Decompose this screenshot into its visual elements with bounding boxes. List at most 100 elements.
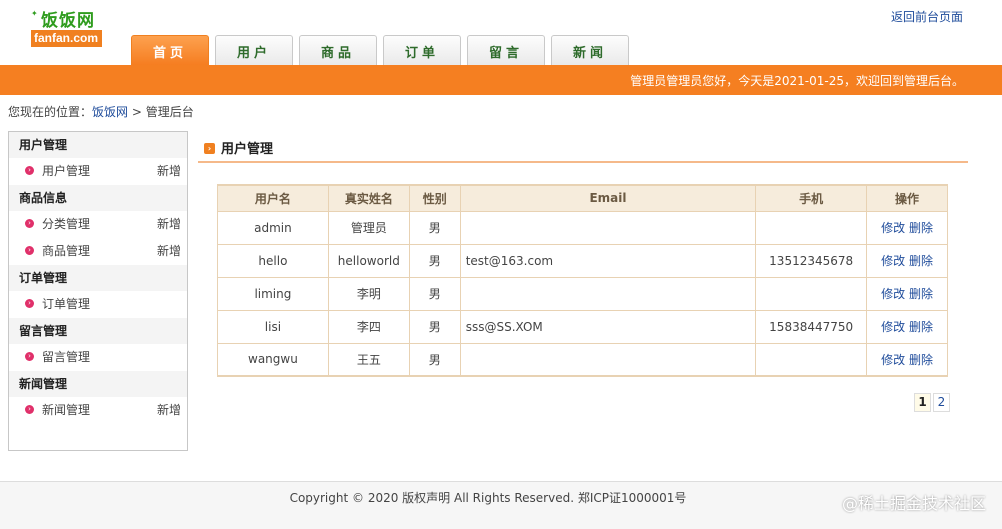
tab-home[interactable]: 首页	[131, 35, 209, 66]
cell-realname: helloworld	[327, 243, 410, 278]
cell-gender: 男	[408, 210, 461, 245]
edit-link[interactable]: 修改	[881, 287, 905, 301]
title-divider	[198, 161, 968, 163]
table-row: hello helloworld 男 test@163.com 13512345…	[217, 243, 948, 278]
cell-phone	[755, 210, 868, 245]
table-row: wangwu 王五 男 修改 删除	[217, 342, 948, 377]
cell-email	[459, 276, 757, 311]
cell-actions: 修改 删除	[866, 243, 948, 278]
bullet-arrow-icon: ›	[25, 405, 34, 414]
pagination: 1 2	[912, 393, 950, 412]
cell-phone: 15838447750	[755, 309, 868, 344]
edit-link[interactable]: 修改	[881, 353, 905, 367]
table-row: lisi 李四 男 sss@SS.XOM 15838447750 修改 删除	[217, 309, 948, 344]
sidebar-add-category[interactable]: 新增	[157, 211, 181, 238]
edit-link[interactable]: 修改	[881, 320, 905, 334]
edit-link[interactable]: 修改	[881, 221, 905, 235]
breadcrumb-home-link[interactable]: 饭饭网	[92, 105, 128, 119]
table-row: liming 李明 男 修改 删除	[217, 276, 948, 311]
cell-phone: 13512345678	[755, 243, 868, 278]
edit-link[interactable]: 修改	[881, 254, 905, 268]
cell-realname: 李四	[327, 309, 410, 344]
sidebar-item-message-manage: › 留言管理	[9, 344, 187, 371]
cell-username: liming	[217, 276, 329, 311]
page-title-text: 用户管理	[221, 142, 274, 157]
cell-username: lisi	[217, 309, 329, 344]
logo-en-text: fanfan.com	[31, 30, 103, 47]
sidebar-add-product[interactable]: 新增	[157, 238, 181, 265]
copyright-text: Copyright © 2020 版权声明 All Rights Reserve…	[289, 491, 687, 505]
bullet-arrow-icon: ›	[25, 352, 34, 361]
col-email: Email	[459, 184, 757, 212]
sidebar-add-news[interactable]: 新增	[157, 397, 181, 424]
delete-link[interactable]: 删除	[909, 320, 933, 334]
bullet-arrow-icon: ›	[25, 219, 34, 228]
cell-phone	[755, 342, 868, 377]
cell-actions: 修改 删除	[866, 309, 948, 344]
tab-products[interactable]: 商品	[299, 35, 377, 66]
bullet-arrow-icon: ›	[25, 246, 34, 255]
cell-gender: 男	[408, 276, 461, 311]
sidebar-link-order-manage[interactable]: 订单管理	[42, 297, 90, 311]
cell-realname: 王五	[327, 342, 410, 377]
sidebar-group-user: 用户管理	[9, 132, 187, 158]
sidebar-item-news-manage: › 新闻管理 新增	[9, 397, 187, 424]
page-title: › 用户管理	[204, 138, 273, 157]
cell-gender: 男	[408, 243, 461, 278]
welcome-message: 管理员管理员您好，今天是2021-01-25，欢迎回到管理后台。	[630, 74, 964, 88]
cell-realname: 李明	[327, 276, 410, 311]
table-row: admin 管理员 男 修改 删除	[217, 210, 948, 245]
breadcrumb-current: 管理后台	[145, 105, 194, 119]
breadcrumb-prefix: 您现在的位置：	[8, 105, 93, 119]
sidebar-group-order: 订单管理	[9, 265, 187, 291]
tab-messages[interactable]: 留言	[467, 35, 545, 66]
sidebar-item-product-manage: › 商品管理 新增	[9, 238, 187, 265]
page-2[interactable]: 2	[933, 393, 950, 412]
delete-link[interactable]: 删除	[909, 254, 933, 268]
sidebar-link-user-manage[interactable]: 用户管理	[42, 164, 90, 178]
watermark-text: @稀土掘金技术社区	[841, 494, 986, 513]
cell-username: wangwu	[217, 342, 329, 377]
bullet-arrow-icon: ›	[25, 166, 34, 175]
delete-link[interactable]: 删除	[909, 287, 933, 301]
sidebar-group-product: 商品信息	[9, 185, 187, 211]
col-username: 用户名	[217, 184, 329, 212]
page-1[interactable]: 1	[914, 393, 931, 412]
tab-news[interactable]: 新闻	[551, 35, 629, 66]
table-header-row: 用户名 真实姓名 性别 Email 手机 操作	[217, 184, 948, 212]
tab-orders[interactable]: 订单	[383, 35, 461, 66]
sidebar-link-message-manage[interactable]: 留言管理	[42, 350, 90, 364]
col-realname: 真实姓名	[327, 184, 410, 212]
sidebar-group-message: 留言管理	[9, 318, 187, 344]
cell-gender: 男	[408, 342, 461, 377]
col-actions: 操作	[866, 184, 948, 212]
sidebar: 用户管理 › 用户管理 新增 商品信息 › 分类管理 新增 › 商品管理 新增 订单管…	[8, 131, 188, 451]
logo-sparkle-icon: ✦	[31, 9, 38, 18]
cell-actions: 修改 删除	[866, 276, 948, 311]
sidebar-add-user[interactable]: 新增	[157, 158, 181, 185]
col-phone: 手机	[755, 184, 868, 212]
sidebar-item-order-manage: › 订单管理	[9, 291, 187, 318]
delete-link[interactable]: 删除	[909, 353, 933, 367]
cell-phone	[755, 276, 868, 311]
cell-actions: 修改 删除	[866, 342, 948, 377]
sidebar-link-category-manage[interactable]: 分类管理	[42, 217, 90, 231]
sidebar-group-news: 新闻管理	[9, 371, 187, 397]
arrow-right-icon: ›	[204, 143, 215, 154]
logo-cn-text: 饭饭网	[41, 11, 95, 31]
sidebar-link-news-manage[interactable]: 新闻管理	[42, 403, 90, 417]
sidebar-link-product-manage[interactable]: 商品管理	[42, 244, 90, 258]
back-to-frontend-link[interactable]: 返回前台页面	[891, 8, 963, 25]
cell-email: sss@SS.XOM	[459, 309, 757, 344]
bullet-arrow-icon: ›	[25, 299, 34, 308]
cell-email: test@163.com	[459, 243, 757, 278]
delete-link[interactable]: 删除	[909, 221, 933, 235]
tab-users[interactable]: 用户	[215, 35, 293, 66]
cell-username: admin	[217, 210, 329, 245]
breadcrumb: 您现在的位置：饭饭网 > 管理后台	[8, 103, 194, 120]
user-table: 用户名 真实姓名 性别 Email 手机 操作 admin 管理员 男 修改 删…	[217, 184, 948, 377]
welcome-bar: 管理员管理员您好，今天是2021-01-25，欢迎回到管理后台。	[0, 65, 1002, 95]
main-nav: 首页 用户 商品 订单 留言 新闻	[131, 35, 635, 66]
cell-email	[459, 210, 757, 245]
site-logo[interactable]: ✦ 饭饭网 fanfan.com	[31, 6, 111, 47]
